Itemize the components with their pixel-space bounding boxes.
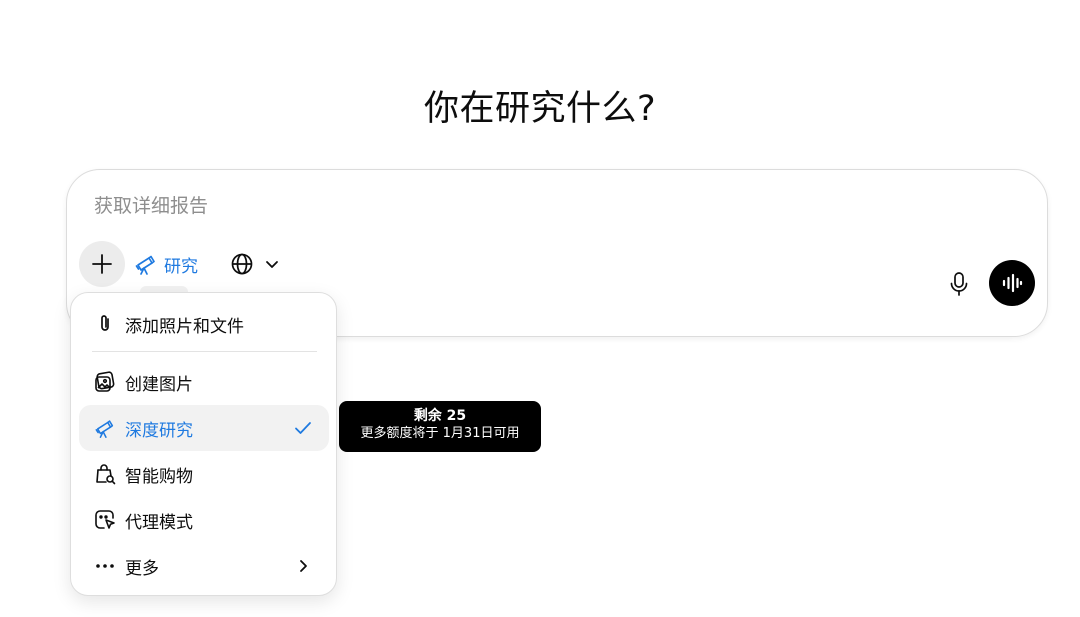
menu-item-deep-research[interactable]: 深度研究: [79, 405, 329, 451]
tooltip-remaining: 剩余 25: [413, 408, 467, 424]
research-tool-button[interactable]: 研究: [134, 250, 198, 278]
dictate-button[interactable]: [945, 270, 973, 298]
menu-item-label: 深度研究: [125, 420, 193, 441]
usage-tooltip: 剩余 25 更多额度将于 1月31日可用: [339, 401, 541, 452]
prompt-input[interactable]: [94, 192, 794, 220]
voice-waveform-icon: [1002, 273, 1023, 293]
agent-cursor-icon: [93, 508, 117, 532]
telescope-icon: [135, 255, 155, 275]
menu-item-label: 添加照片和文件: [125, 316, 244, 337]
menu-item-label: 智能购物: [125, 466, 193, 487]
add-button[interactable]: [79, 241, 125, 287]
menu-divider: [92, 351, 317, 352]
voice-mode-button[interactable]: [989, 260, 1035, 306]
checkmark-icon: [291, 416, 315, 440]
menu-item-shopping[interactable]: 智能购物: [79, 451, 329, 497]
menu-item-add-files[interactable]: 添加照片和文件: [79, 301, 329, 347]
chevron-right-icon: [291, 554, 315, 578]
microphone-icon: [950, 272, 968, 296]
menu-item-label: 创建图片: [125, 374, 193, 395]
menu-item-more[interactable]: 更多: [79, 543, 329, 589]
more-dots-icon: [93, 554, 117, 578]
plus-icon: [92, 254, 112, 274]
image-create-icon: [93, 370, 117, 394]
web-search-dropdown[interactable]: [230, 250, 280, 278]
tooltip-availability: 更多额度将于 1月31日可用: [360, 426, 520, 441]
research-tool-label: 研究: [164, 256, 198, 277]
globe-icon: [231, 253, 253, 275]
tools-menu: 添加照片和文件 创建图片 深度研究 智能购物 代理模式 更多: [70, 292, 337, 596]
chevron-down-icon: [266, 261, 278, 268]
menu-item-label: 代理模式: [125, 512, 193, 533]
menu-item-agent-mode[interactable]: 代理模式: [79, 497, 329, 543]
paperclip-icon: [93, 312, 117, 336]
telescope-icon: [93, 416, 117, 440]
menu-item-label: 更多: [125, 558, 159, 579]
page-title: 你在研究什么?: [423, 89, 657, 129]
menu-item-create-image[interactable]: 创建图片: [79, 359, 329, 405]
shopping-bag-icon: [93, 462, 117, 486]
